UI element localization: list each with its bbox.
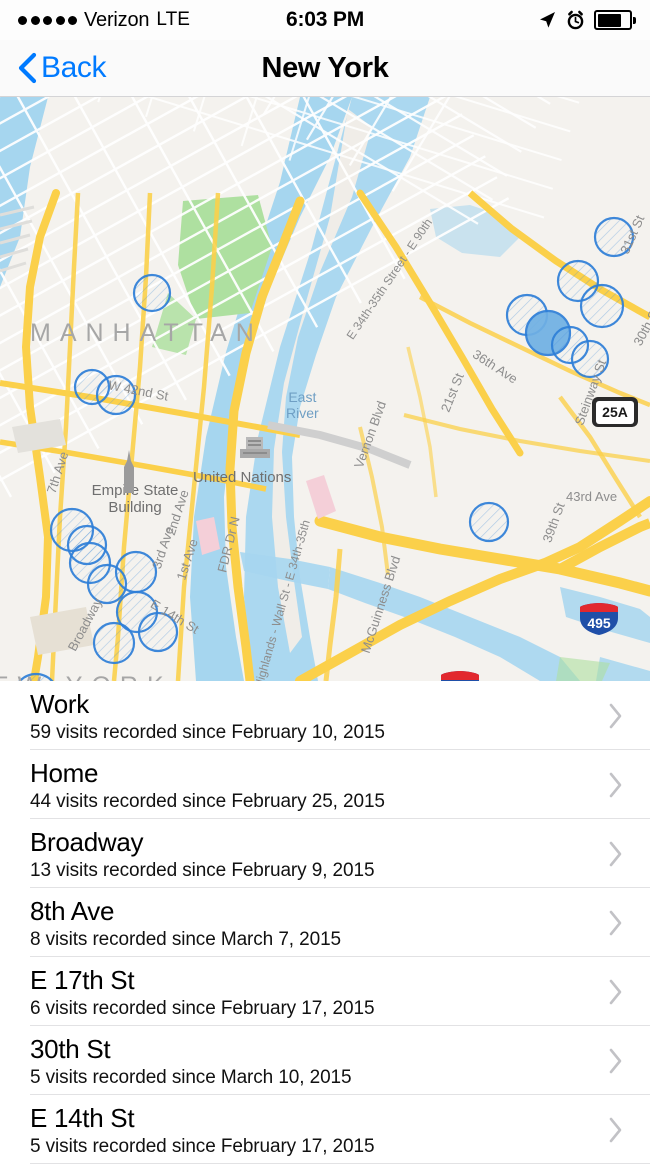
list-item[interactable]: E 17th St6 visits recorded since Februar… bbox=[0, 957, 650, 1026]
empire-state-building-icon bbox=[118, 449, 140, 495]
chevron-right-icon bbox=[608, 771, 624, 799]
list-item[interactable]: E 14th St5 visits recorded since Februar… bbox=[0, 1095, 650, 1164]
alarm-clock-icon bbox=[566, 10, 585, 30]
list-item[interactable]: Broadway13 visits recorded since Februar… bbox=[0, 819, 650, 888]
chevron-right-icon bbox=[608, 702, 624, 730]
list-item-subtitle: 59 visits recorded since February 10, 20… bbox=[30, 720, 650, 745]
list-item-title: E 14th St bbox=[30, 1103, 650, 1134]
chevron-right-icon bbox=[608, 978, 624, 1006]
interstate-495-number: 495 bbox=[587, 615, 611, 631]
list-item-title: E 17th St bbox=[30, 965, 650, 996]
united-nations-building-icon bbox=[236, 435, 274, 465]
list-item-subtitle: 13 visits recorded since February 9, 201… bbox=[30, 858, 650, 883]
visited-places-list: Work59 visits recorded since February 10… bbox=[0, 681, 650, 1164]
list-item-subtitle: 5 visits recorded since February 17, 201… bbox=[30, 1134, 650, 1159]
status-bar-right bbox=[537, 0, 636, 40]
map-canvas bbox=[0, 97, 650, 681]
list-item-title: 30th St bbox=[30, 1034, 650, 1065]
chevron-right-icon bbox=[608, 1116, 624, 1144]
list-item-title: Home bbox=[30, 758, 650, 789]
list-item-subtitle: 8 visits recorded since March 7, 2015 bbox=[30, 927, 650, 952]
chevron-right-icon bbox=[608, 1047, 624, 1075]
list-item[interactable]: Home44 visits recorded since February 25… bbox=[0, 750, 650, 819]
chevron-right-icon bbox=[608, 909, 624, 937]
state-route-25a-number: 25A bbox=[596, 401, 634, 424]
battery-icon bbox=[594, 10, 636, 30]
list-item-subtitle: 6 visits recorded since February 17, 201… bbox=[30, 996, 650, 1021]
interstate-shield-278-icon: 278 bbox=[439, 670, 481, 681]
status-bar: Verizon LTE 6:03 PM bbox=[0, 0, 650, 40]
list-item[interactable]: 30th St5 visits recorded since March 10,… bbox=[0, 1026, 650, 1095]
state-route-shield-25a-icon: 25A bbox=[592, 397, 638, 427]
list-item-title: Work bbox=[30, 689, 650, 720]
list-item[interactable]: Work59 visits recorded since February 10… bbox=[0, 681, 650, 750]
list-item-subtitle: 44 visits recorded since February 25, 20… bbox=[30, 789, 650, 814]
list-item[interactable]: 8th Ave8 visits recorded since March 7, … bbox=[0, 888, 650, 957]
list-item-subtitle: 5 visits recorded since March 10, 2015 bbox=[30, 1065, 650, 1090]
list-item-title: 8th Ave bbox=[30, 896, 650, 927]
interstate-shield-495-icon: 495 bbox=[578, 602, 620, 636]
page-title: New York bbox=[0, 52, 650, 85]
map-view[interactable]: MANHATTAN EW YORK Empire StateBuilding U… bbox=[0, 97, 650, 681]
chevron-right-icon bbox=[608, 840, 624, 868]
list-item-title: Broadway bbox=[30, 827, 650, 858]
location-arrow-icon bbox=[537, 10, 557, 30]
navigation-bar: Back New York bbox=[0, 40, 650, 97]
